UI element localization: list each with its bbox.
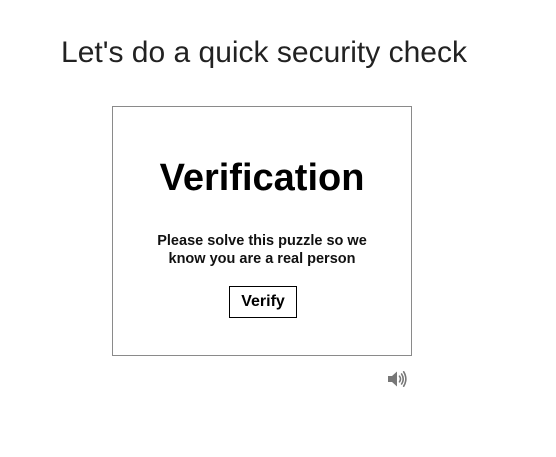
challenge-description: Please solve this puzzle so we know you … (157, 233, 367, 267)
verify-button[interactable]: Verify (229, 286, 297, 318)
audio-challenge-button[interactable] (386, 369, 408, 389)
speaker-icon (388, 371, 407, 387)
challenge-title: Verification (159, 157, 365, 199)
page-heading: Let's do a quick security check (61, 36, 467, 69)
verification-challenge-frame: Verification Please solve this puzzle so… (112, 106, 412, 356)
